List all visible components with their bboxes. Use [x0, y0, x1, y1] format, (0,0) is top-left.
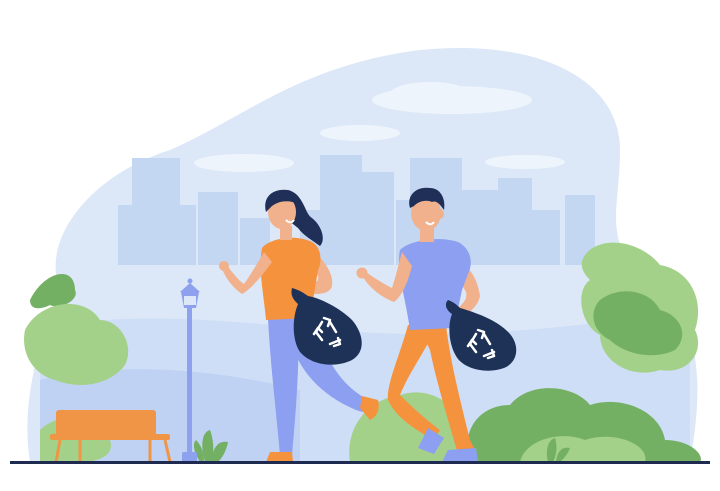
park-cleanup-illustration — [10, 47, 710, 464]
ground-line — [10, 461, 710, 464]
